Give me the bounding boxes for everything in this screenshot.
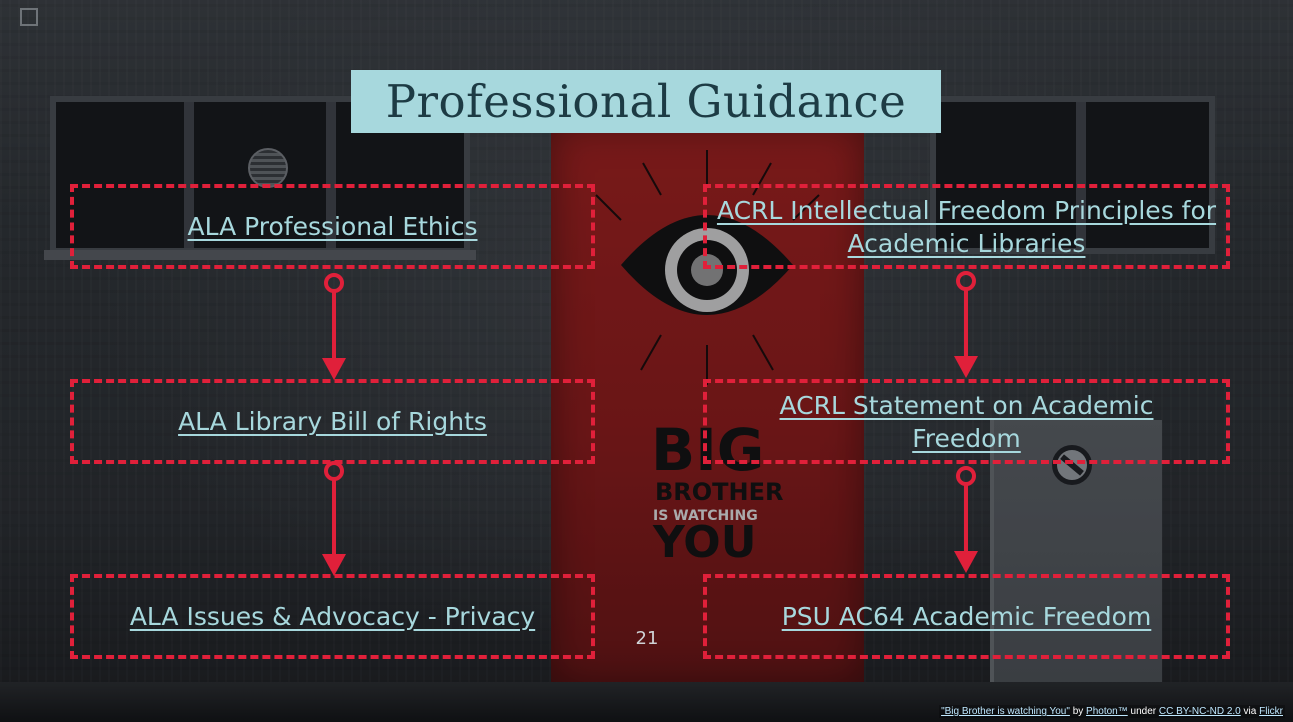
- attribution-under: under: [1130, 706, 1157, 717]
- attribution-license-link[interactable]: CC BY-NC-ND 2.0: [1159, 706, 1241, 717]
- acrl-intellectual-freedom-link[interactable]: ACRL Intellectual Freedom Principles for…: [717, 194, 1217, 260]
- attribution-by: by: [1072, 706, 1084, 717]
- slide-menu-icon[interactable]: [20, 8, 38, 26]
- image-attribution: "Big Brother is watching You" by Photon™…: [939, 705, 1285, 718]
- ala-bill-of-rights-box: ALA Library Bill of Rights: [70, 379, 595, 464]
- slide-title: Professional Guidance: [351, 70, 941, 133]
- psu-ac64-box: PSU AC64 Academic Freedom: [703, 574, 1230, 659]
- attribution-via: via: [1243, 706, 1257, 717]
- acrl-statement-link[interactable]: ACRL Statement on Academic Freedom: [737, 389, 1197, 455]
- ala-privacy-link[interactable]: ALA Issues & Advocacy - Privacy: [130, 600, 535, 633]
- ala-professional-ethics-link[interactable]: ALA Professional Ethics: [187, 210, 477, 243]
- psu-ac64-link[interactable]: PSU AC64 Academic Freedom: [782, 600, 1152, 633]
- attribution-source-link[interactable]: Flickr: [1259, 706, 1283, 717]
- attribution-author-link[interactable]: Photon™: [1086, 706, 1128, 717]
- acrl-intellectual-freedom-box: ACRL Intellectual Freedom Principles for…: [703, 184, 1230, 269]
- ala-privacy-box: ALA Issues & Advocacy - Privacy: [70, 574, 595, 659]
- acrl-statement-box: ACRL Statement on Academic Freedom: [703, 379, 1230, 464]
- page-number: 21: [635, 628, 659, 649]
- attribution-work-link[interactable]: "Big Brother is watching You": [941, 706, 1070, 717]
- ala-ethics-box: ALA Professional Ethics: [70, 184, 595, 269]
- ala-library-bill-of-rights-link[interactable]: ALA Library Bill of Rights: [178, 405, 487, 438]
